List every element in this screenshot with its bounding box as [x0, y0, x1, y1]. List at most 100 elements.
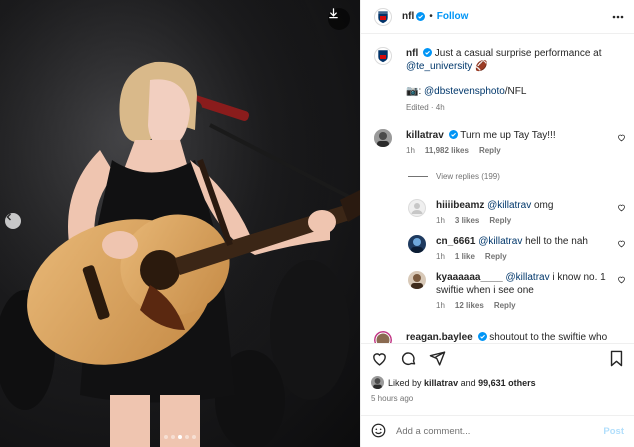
commenter-avatar[interactable] — [408, 199, 426, 217]
add-comment-bar: Add a comment... Post — [361, 415, 634, 447]
download-button[interactable] — [328, 8, 350, 30]
caption-username[interactable]: nfl — [406, 48, 418, 59]
comment-likes[interactable]: 12 likes — [455, 301, 484, 310]
comment-text: shoutout to the swiftie who — [489, 332, 608, 343]
bookmark-icon — [610, 350, 623, 366]
carousel-dot — [164, 435, 168, 439]
comment-time: 1h — [436, 252, 445, 261]
comment-username[interactable]: hiiiibeamz — [436, 200, 484, 211]
comment-like-button[interactable] — [617, 239, 626, 251]
comment-meta: 1h 1 like Reply — [436, 252, 626, 261]
comment-like-button[interactable] — [617, 275, 626, 287]
performer-illustration — [0, 0, 360, 447]
share-button[interactable] — [429, 350, 446, 370]
post-side-panel: nfl • Follow nfl Just a casual surprise … — [360, 0, 634, 447]
reply-button[interactable]: Reply — [479, 146, 501, 155]
default-avatar-icon — [408, 199, 426, 217]
comment-meta: 1h 12 likes Reply — [436, 301, 612, 310]
reply-button[interactable]: Reply — [494, 301, 516, 310]
photo-credit-line: 📷: @dbstevensphoto/NFL — [406, 85, 626, 98]
comment-mention-link[interactable]: @killatrav — [506, 272, 550, 283]
liker-avatar[interactable] — [371, 376, 384, 389]
post-comment-button[interactable]: Post — [603, 426, 624, 437]
reply-button[interactable]: Reply — [485, 252, 507, 261]
comment-like-button[interactable] — [617, 133, 626, 145]
commenter-avatar[interactable] — [408, 235, 426, 253]
view-replies-button[interactable]: View replies (199) — [408, 172, 500, 181]
avatar-photo-icon — [371, 376, 384, 389]
photo-credit-suffix: /NFL — [504, 86, 527, 97]
caption-text: Just a casual surprise performance at — [434, 48, 602, 59]
caption-block: nfl Just a casual surprise performance a… — [374, 47, 626, 112]
comment-text-line: kyaaaaaa____ @killatrav i know no. 1 swi… — [436, 271, 612, 297]
reply-item: kyaaaaaa____ @killatrav i know no. 1 swi… — [408, 271, 626, 310]
comments-scroll-area[interactable]: nfl Just a casual surprise performance a… — [361, 35, 634, 343]
heart-icon — [618, 276, 625, 284]
comment-text: Turn me up Tay Tay!!! — [460, 130, 556, 141]
comment-likes[interactable]: 11,982 likes — [425, 146, 469, 155]
carousel-dot-active — [178, 435, 182, 439]
comment-likes[interactable]: 1 like — [455, 252, 475, 261]
carousel-dot — [185, 435, 189, 439]
carousel-indicator — [0, 435, 360, 439]
post-photo[interactable] — [0, 0, 360, 447]
caption-mention-link[interactable]: @te_university — [406, 61, 472, 72]
commenter-avatar[interactable] — [374, 331, 392, 343]
nfl-shield-logo-icon — [377, 10, 389, 24]
comment-item: reagan.baylee shoutout to the swiftie wh… — [374, 331, 626, 343]
edited-label: Edited · 4h — [406, 103, 445, 112]
comment-text: hell to the nah — [525, 236, 588, 247]
comment-username[interactable]: cn_6661 — [436, 236, 475, 247]
liked-by-prefix: Liked by — [388, 377, 422, 388]
avatar-photo-icon — [374, 331, 392, 343]
carousel-dot — [171, 435, 175, 439]
reply-button[interactable]: Reply — [489, 216, 511, 225]
comment-likes[interactable]: 3 likes — [455, 216, 479, 225]
like-button[interactable] — [371, 350, 388, 370]
comment-time: 1h — [436, 216, 445, 225]
chevron-left-icon — [6, 213, 11, 221]
comment-button[interactable] — [400, 350, 417, 370]
follow-button[interactable]: Follow — [437, 11, 469, 22]
caption-avatar[interactable] — [374, 47, 392, 65]
comment-username[interactable]: reagan.baylee — [406, 332, 473, 343]
comment-meta: 1h 11,982 likes Reply — [406, 146, 626, 155]
verified-badge-icon — [423, 48, 432, 57]
comment-text-line: reagan.baylee shoutout to the swiftie wh… — [406, 331, 626, 343]
emoji-button[interactable] — [371, 423, 386, 441]
heart-icon — [373, 352, 386, 366]
comment-username[interactable]: killatrav — [406, 130, 444, 141]
view-replies-line — [408, 176, 428, 177]
comment-like-button[interactable] — [617, 203, 626, 215]
comment-mention-link[interactable]: @killatrav — [487, 200, 531, 211]
view-replies-label: View replies (199) — [436, 172, 500, 181]
reply-item: hiiiibeamz @killatrav omg 1h 3 likes Rep… — [408, 199, 626, 225]
header-username[interactable]: nfl — [402, 11, 414, 22]
comment-username[interactable]: kyaaaaaa____ — [436, 272, 503, 283]
verified-badge-icon — [477, 332, 487, 341]
liked-by-middle: and — [460, 377, 476, 388]
heart-icon — [618, 134, 625, 142]
comment-time: 1h — [436, 301, 445, 310]
save-button[interactable] — [609, 350, 624, 370]
post-timestamp[interactable]: 5 hours ago — [371, 394, 413, 403]
nfl-avatar[interactable] — [374, 7, 392, 26]
nfl-shield-logo-icon — [377, 49, 389, 63]
commenter-avatar[interactable] — [374, 129, 392, 147]
comment-input[interactable]: Add a comment... — [396, 426, 470, 437]
liked-by-user[interactable]: killatrav — [424, 378, 458, 388]
photo-credit-mention-link[interactable]: @dbstevensphoto — [424, 86, 505, 97]
liked-by-count[interactable]: 99,631 others — [478, 378, 536, 388]
commenter-avatar[interactable] — [408, 271, 426, 289]
comment-text: omg — [533, 200, 554, 211]
previous-image-button[interactable] — [5, 213, 21, 229]
avatar-photo-icon — [408, 271, 426, 289]
comment-mention-link[interactable]: @killatrav — [478, 236, 522, 247]
download-icon — [329, 8, 338, 19]
more-options-button[interactable] — [612, 15, 624, 19]
header-separator: • — [429, 11, 433, 22]
likes-summary: Liked by killatrav and 99,631 others — [371, 376, 536, 389]
caption-emoji: 🏈 — [475, 61, 488, 72]
avatar-photo-icon — [408, 235, 426, 253]
caption-meta: Edited · 4h — [406, 103, 626, 112]
